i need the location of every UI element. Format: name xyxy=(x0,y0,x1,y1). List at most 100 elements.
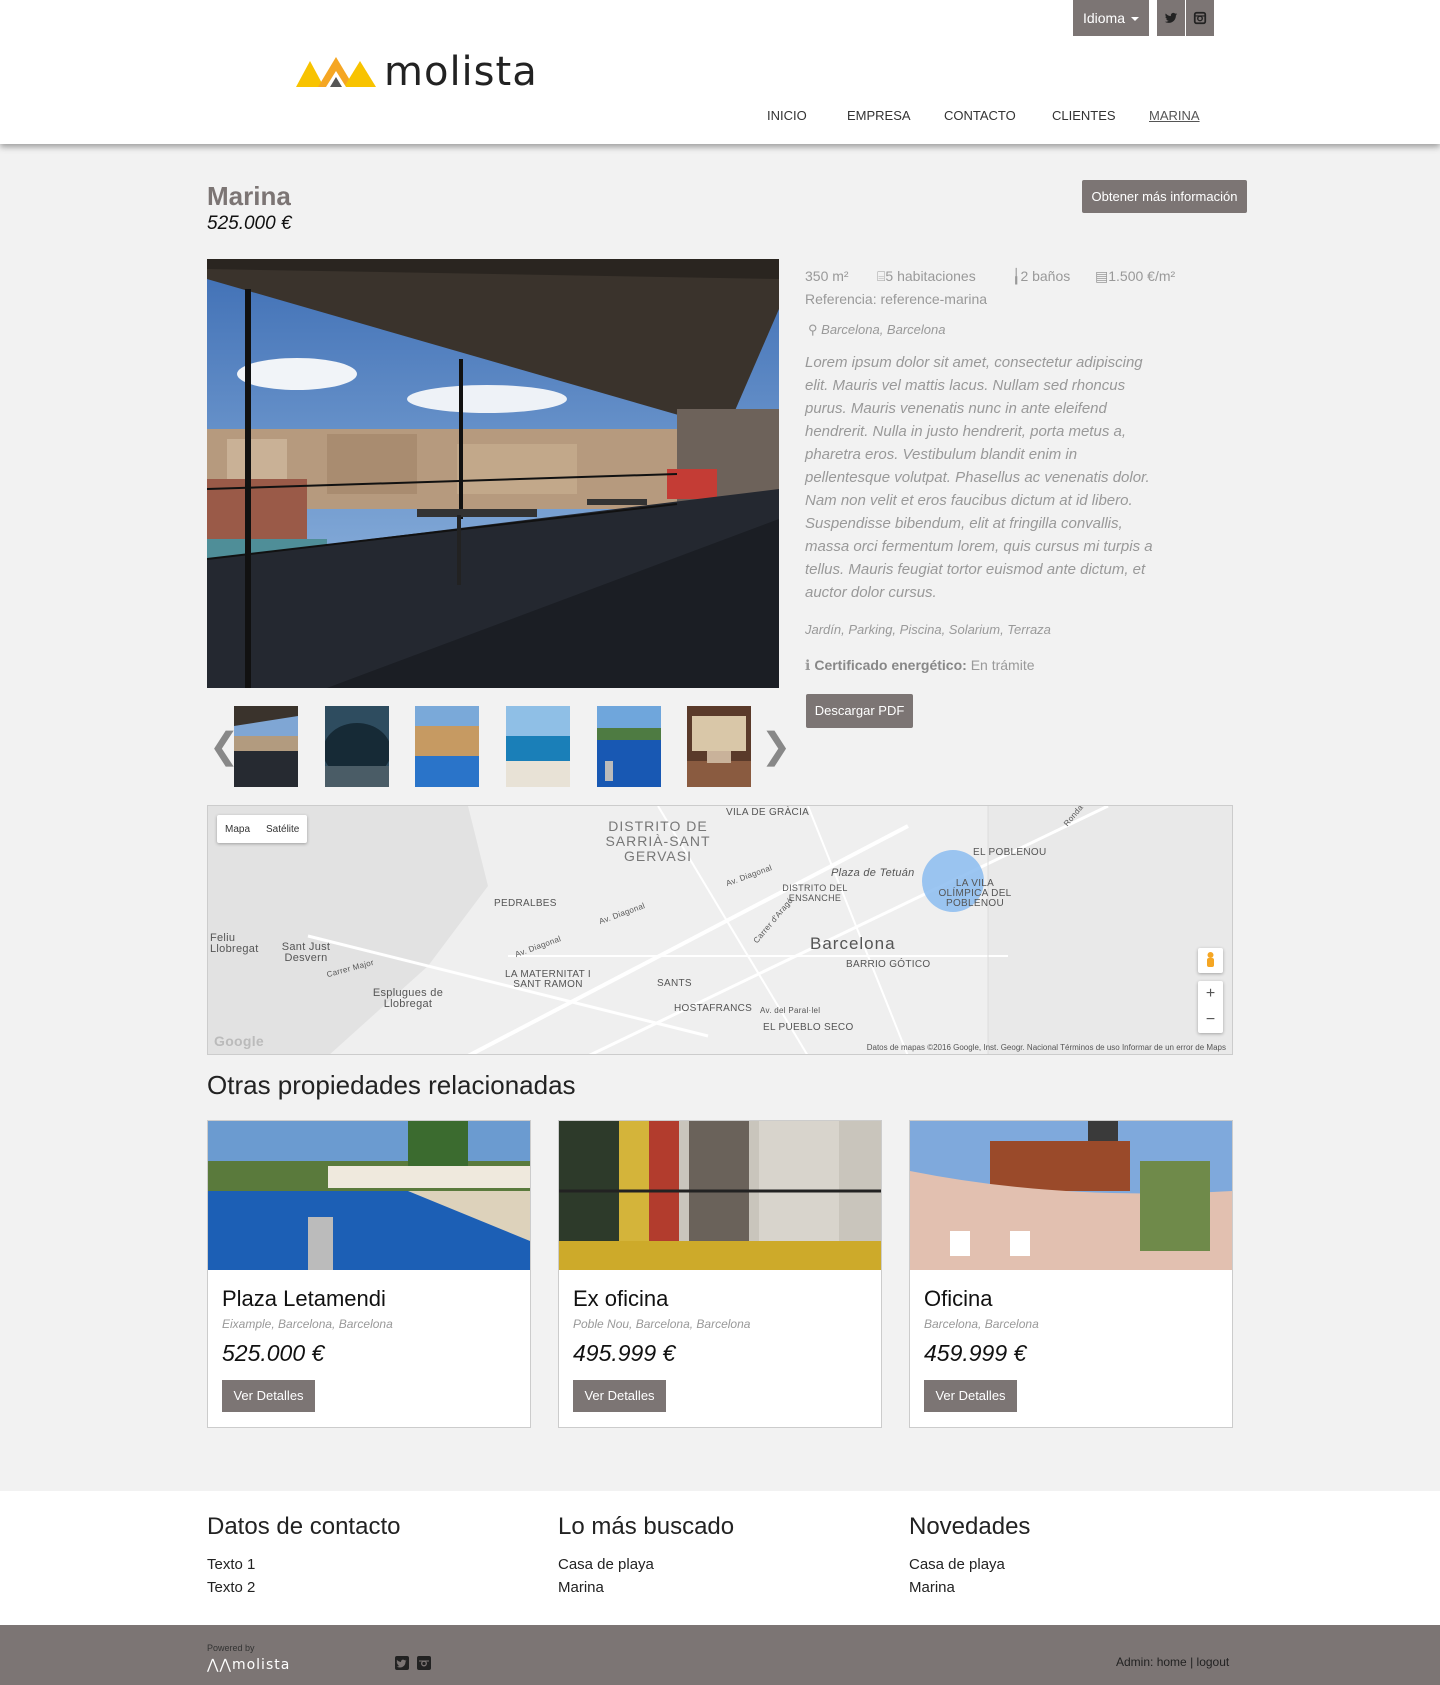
map-label-sants: SANTS xyxy=(657,978,692,989)
thumbnail-image xyxy=(687,706,751,787)
office-photo xyxy=(559,1121,881,1270)
property-location-label: Barcelona, Barcelona xyxy=(821,322,946,337)
related-card-2: Ex oficina Poble Nou, Barcelona, Barcelo… xyxy=(558,1120,882,1428)
info-icon: ℹ xyxy=(805,657,811,673)
map-label-pedralbes: PEDRALBES xyxy=(494,898,557,909)
pool-photo xyxy=(208,1121,530,1270)
instagram-icon[interactable] xyxy=(417,1656,431,1670)
view-details-button[interactable]: Ver Detalles xyxy=(924,1380,1017,1412)
map-attribution[interactable]: Datos de mapas ©2016 Google, Inst. Geogr… xyxy=(867,1043,1226,1052)
admin-label: Admin: xyxy=(1116,1655,1154,1669)
building-icon: ▤ xyxy=(1095,268,1109,284)
street-view-icon xyxy=(1207,952,1214,967)
admin-links: Admin: home | logout xyxy=(1116,1655,1230,1669)
related-card-1: Plaza Letamendi Eixample, Barcelona, Bar… xyxy=(207,1120,531,1428)
map-type-map[interactable]: Mapa xyxy=(217,824,258,835)
related-card-price: 495.999 € xyxy=(573,1340,676,1366)
building-photo xyxy=(910,1121,1232,1270)
logo-roofs-icon xyxy=(296,57,376,87)
nav-clientes[interactable]: CLIENTES xyxy=(1052,108,1116,123)
thumbnail-2[interactable] xyxy=(325,706,389,787)
thumbnail-6[interactable] xyxy=(687,706,751,787)
zoom-out-button[interactable]: − xyxy=(1198,1007,1223,1033)
terrace-photo xyxy=(207,259,779,688)
feature-area: 350 m² xyxy=(805,268,849,284)
powered-by-label: Powered by xyxy=(207,1643,255,1653)
map-label-pueblo: EL PUEBLO SECO xyxy=(763,1022,854,1033)
instagram-button[interactable] xyxy=(1186,0,1214,36)
related-card-location: Poble Nou, Barcelona, Barcelona xyxy=(573,1317,751,1331)
location-map[interactable]: Mapa Satélite DISTRITO DE SARRIÀ-SANT GE… xyxy=(207,805,1233,1055)
zoom-control: + − xyxy=(1198,981,1223,1033)
feature-price-m2-label: 1.500 €/m² xyxy=(1108,268,1176,284)
footer-news-link[interactable]: Casa de playa xyxy=(909,1556,1005,1573)
footer-contact-title: Datos de contacto xyxy=(207,1513,401,1540)
thumbnail-4[interactable] xyxy=(506,706,570,787)
feature-price-m2: ▤1.500 €/m² xyxy=(1095,268,1175,285)
google-logo: Google xyxy=(214,1033,265,1049)
footer-popular-link[interactable]: Casa de playa xyxy=(558,1556,654,1573)
thumbnail-3[interactable] xyxy=(415,706,479,787)
site-header: Idioma molista INICIO EMPRESA CONTACTO C… xyxy=(0,0,1440,144)
footer-logo[interactable]: ⋀⋀molista xyxy=(207,1657,290,1673)
related-card-name: Oficina xyxy=(924,1286,993,1311)
map-tiles xyxy=(208,806,1232,1054)
twitter-icon[interactable] xyxy=(395,1656,409,1670)
nav-inicio[interactable]: INICIO xyxy=(767,108,807,123)
admin-home-link[interactable]: home xyxy=(1157,1655,1187,1669)
map-label-feliu: Feliu Llobregat xyxy=(210,932,259,955)
related-title: Otras propiedades relacionadas xyxy=(207,1070,576,1100)
pegman-icon[interactable] xyxy=(1198,948,1223,973)
twitter-button[interactable] xyxy=(1157,0,1185,36)
energy-certificate: ℹ Certificado energético: En trámite xyxy=(805,657,1035,674)
map-label-parallel: Av. del Paral·lel xyxy=(760,1006,821,1015)
thumbnail-1[interactable] xyxy=(234,706,298,787)
related-card-image[interactable] xyxy=(208,1121,530,1270)
feature-rooms-label: 5 habitaciones xyxy=(885,268,976,284)
zoom-in-button[interactable]: + xyxy=(1198,981,1223,1007)
footer-news-link[interactable]: Marina xyxy=(909,1579,955,1596)
thumbnail-image xyxy=(506,706,570,787)
map-label-hostafrancs: HOSTAFRANCS xyxy=(674,1003,753,1014)
thumbnail-image xyxy=(597,706,661,787)
property-reference: Referencia: reference-marina xyxy=(805,291,988,307)
related-card-3: Oficina Barcelona, Barcelona 459.999 € V… xyxy=(909,1120,1233,1428)
download-pdf-button[interactable]: Descargar PDF xyxy=(806,694,913,728)
language-dropdown[interactable]: Idioma xyxy=(1073,0,1149,36)
thumbnail-5[interactable] xyxy=(597,706,661,787)
nav-empresa[interactable]: EMPRESA xyxy=(847,108,911,123)
thumbnail-image xyxy=(415,706,479,787)
page-title: Marina xyxy=(207,181,291,211)
map-type-satellite[interactable]: Satélite xyxy=(258,824,307,835)
footer-contact-item: Texto 1 xyxy=(207,1556,256,1573)
thumbs-next-arrow[interactable]: ❯ xyxy=(761,728,791,764)
site-logo[interactable]: molista xyxy=(296,49,538,95)
main-property-photo[interactable] xyxy=(207,259,779,688)
related-card-image[interactable] xyxy=(910,1121,1232,1270)
feature-baths-label: 2 baños xyxy=(1020,268,1071,284)
more-info-button[interactable]: Obtener más información xyxy=(1082,180,1247,213)
map-label-sarria: DISTRITO DE SARRIÀ-SANT GERVASI xyxy=(605,818,711,864)
property-price: 525.000 € xyxy=(207,213,292,234)
view-details-button[interactable]: Ver Detalles xyxy=(222,1380,315,1412)
map-pin-icon: ⚲ xyxy=(808,322,818,337)
caret-down-icon xyxy=(1131,17,1140,22)
footer-popular-link[interactable]: Marina xyxy=(558,1579,604,1596)
nav-marina[interactable]: MARINA xyxy=(1149,108,1200,123)
logo-text: molista xyxy=(384,49,538,95)
related-card-image[interactable] xyxy=(559,1121,881,1270)
nav-contacto[interactable]: CONTACTO xyxy=(944,108,1016,123)
energy-certificate-label: Certificado energético: xyxy=(814,657,967,673)
map-type-control: Mapa Satélite xyxy=(217,815,308,843)
map-label-gracia: VILA DE GRÀCIA xyxy=(726,807,810,818)
logo-roofs-icon: ⋀⋀ xyxy=(207,1657,232,1673)
feature-baths: ╽2 baños xyxy=(1012,268,1070,285)
footer-logo-text: molista xyxy=(231,1657,291,1673)
related-card-location: Barcelona, Barcelona xyxy=(924,1317,1039,1331)
admin-logout-link[interactable]: logout xyxy=(1197,1655,1230,1669)
related-card-price: 459.999 € xyxy=(924,1340,1027,1366)
related-card-name: Plaza Letamendi xyxy=(222,1286,386,1311)
footer-contact-item: Texto 2 xyxy=(207,1579,256,1596)
view-details-button[interactable]: Ver Detalles xyxy=(573,1380,666,1412)
footer-popular-title: Lo más buscado xyxy=(558,1513,735,1540)
